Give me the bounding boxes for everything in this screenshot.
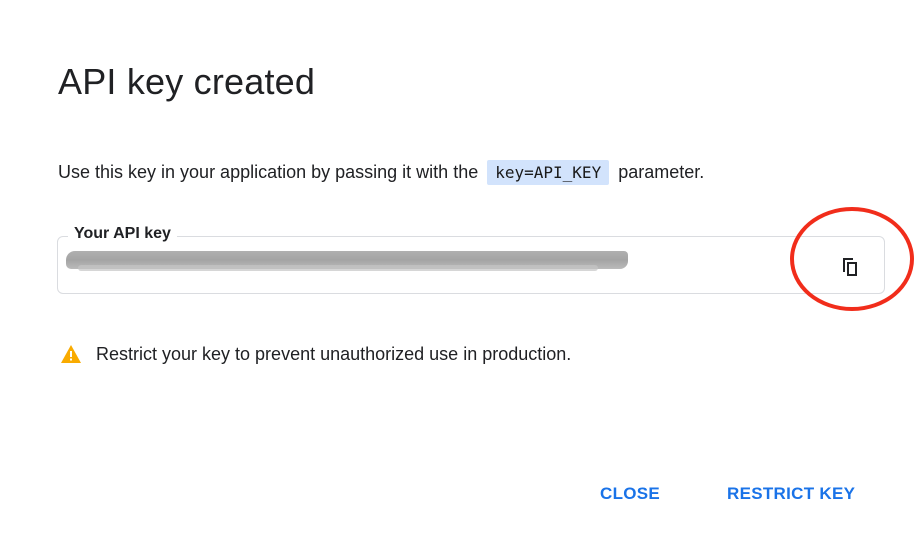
api-key-dialog: API key created Use this key in your app… [0, 0, 917, 548]
warning-message: Restrict your key to prevent unauthorize… [60, 340, 571, 368]
api-key-label: Your API key [68, 223, 177, 245]
restrict-key-button[interactable]: RESTRICT KEY [727, 480, 855, 508]
description-text-before: Use this key in your application by pass… [58, 162, 479, 182]
description-text-after: parameter. [618, 162, 705, 182]
copy-icon [843, 258, 857, 276]
api-key-field[interactable]: Your API key [57, 223, 885, 294]
code-parameter: key=API_KEY [487, 160, 610, 185]
copy-button[interactable] [838, 255, 862, 279]
warning-text: Restrict your key to prevent unauthorize… [96, 343, 572, 364]
close-button[interactable]: CLOSE [600, 480, 660, 508]
dialog-title: API key created [58, 61, 316, 102]
dialog-description: Use this key in your application by pass… [58, 158, 704, 187]
warning-icon [61, 345, 81, 363]
redaction-mark [78, 265, 598, 271]
